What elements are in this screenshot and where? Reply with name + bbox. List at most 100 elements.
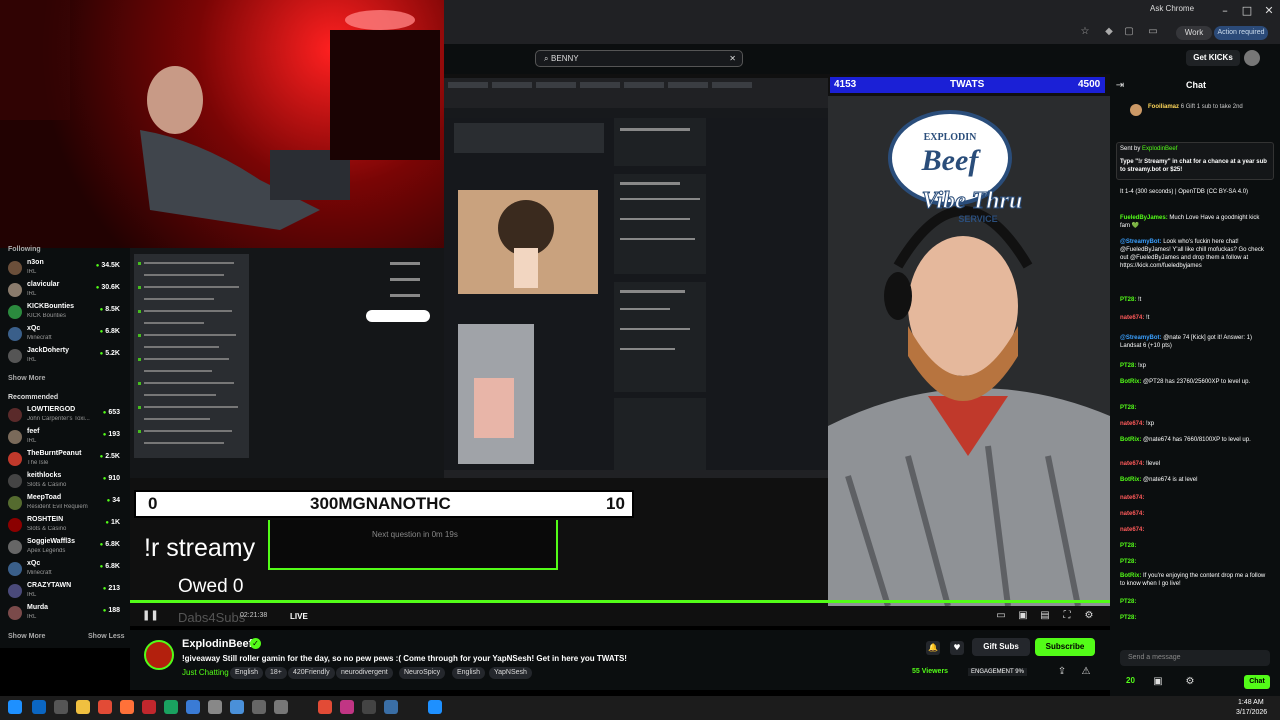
recommended-item[interactable]: LOWTIERGOD John Carpenter's Toxi... 653 <box>0 405 130 427</box>
chat-username[interactable]: PT28: <box>1120 543 1136 549</box>
tag-chip[interactable]: 18+ <box>265 667 287 679</box>
app-icon-6[interactable] <box>274 700 288 714</box>
channel-avatar <box>8 452 22 466</box>
recommended-item[interactable]: Murda IRL 188 <box>0 603 130 625</box>
report-icon[interactable]: ⚠ <box>1080 666 1092 678</box>
channel-avatar[interactable] <box>144 640 174 670</box>
following-item[interactable]: n3on IRL 34.5K <box>0 258 130 280</box>
sidebar-icon[interactable]: ▭ <box>1146 26 1160 40</box>
ask-chrome-button[interactable]: Ask Chrome <box>1150 4 1202 18</box>
recommended-item[interactable]: CRAZYTAWN IRL 213 <box>0 581 130 603</box>
collapse-chat-icon[interactable]: ⇥ <box>1114 80 1126 92</box>
app-icon-10[interactable] <box>384 700 398 714</box>
notification-bell-icon[interactable]: 🔔 <box>926 641 940 655</box>
chat-username[interactable]: @StreamyBot: <box>1120 335 1162 341</box>
chat-username[interactable]: PT28: <box>1120 615 1136 621</box>
recommended-item[interactable]: feef IRL 193 <box>0 427 130 449</box>
minimize-icon[interactable]: – <box>1214 4 1236 18</box>
chat-username[interactable]: FueledByJames: <box>1120 215 1168 221</box>
chat-username[interactable]: PT28: <box>1120 297 1136 303</box>
app-icon-5[interactable] <box>230 700 244 714</box>
chat-username[interactable]: BotRix: <box>1120 379 1141 385</box>
show-more-recommended[interactable]: Show More <box>8 633 45 640</box>
following-item[interactable]: JackDoherty IRL 5.2K <box>0 346 130 368</box>
app-icon-4[interactable] <box>208 700 222 714</box>
clear-search-icon[interactable]: ✕ <box>729 51 736 66</box>
chat-username[interactable]: PT28: <box>1120 363 1136 369</box>
file-explorer-icon[interactable] <box>76 700 90 714</box>
firefox-icon[interactable] <box>120 700 134 714</box>
show-less-recommended[interactable]: Show Less <box>88 633 125 640</box>
recommended-item[interactable]: xQc Minecraft 6.8K <box>0 559 130 581</box>
settings-icon[interactable]: ⚙ <box>1083 610 1095 622</box>
get-kicks-button[interactable]: Get KICKs <box>1186 50 1240 66</box>
user-avatar[interactable] <box>1244 50 1260 66</box>
tag-chip[interactable]: 420Friendly <box>288 667 335 679</box>
tag-chip[interactable]: neurodivergent <box>336 667 393 679</box>
chat-username[interactable]: nate674: <box>1120 421 1144 427</box>
following-item[interactable]: clavicular IRL 30.6K <box>0 280 130 302</box>
send-chat-button[interactable]: Chat <box>1244 675 1270 689</box>
app-icon-11[interactable] <box>428 700 442 714</box>
tag-chip[interactable]: English <box>230 667 263 679</box>
chat-username[interactable]: @StreamyBot: <box>1120 239 1162 245</box>
app-icon-8[interactable] <box>340 700 354 714</box>
channel-name: xQc <box>27 560 41 567</box>
app-icon-2[interactable] <box>164 700 178 714</box>
app-icon-3[interactable] <box>186 700 200 714</box>
tag-chip[interactable]: YapNSesh <box>489 667 532 679</box>
chrome-icon[interactable] <box>98 700 112 714</box>
tag-chip[interactable]: English <box>452 667 485 679</box>
theater-icon[interactable]: ▭ <box>995 610 1007 622</box>
chat-username[interactable]: PT28: <box>1120 405 1136 411</box>
recommended-item[interactable]: ROSHTEIN Slots & Casino 1K <box>0 515 130 537</box>
profile-work-chip[interactable]: Work <box>1176 26 1212 40</box>
chat-username[interactable]: BotRix: <box>1120 437 1141 443</box>
opera-icon[interactable] <box>142 700 156 714</box>
app-icon[interactable] <box>54 700 68 714</box>
channel-category: Slots & Casino <box>27 482 67 488</box>
close-window-icon[interactable]: ✕ <box>1258 4 1280 18</box>
chat-input[interactable]: Send a message <box>1120 650 1270 666</box>
extension-icon[interactable]: ◆ <box>1102 26 1116 40</box>
recommended-item[interactable]: TheBurntPeanut The Isle 2.5K <box>0 449 130 471</box>
app-icon-9[interactable] <box>362 700 376 714</box>
gift-icon[interactable]: ▣ <box>1152 676 1164 688</box>
share-icon[interactable]: ⇪ <box>1056 666 1068 678</box>
chat-username[interactable]: BotRix: <box>1120 477 1141 483</box>
chat-username[interactable]: BotRix: <box>1120 573 1141 579</box>
chat-username[interactable]: nate674: <box>1120 315 1144 321</box>
star-icon[interactable]: ☆ <box>1078 26 1092 40</box>
channel-name[interactable]: ExplodinBeef <box>182 638 252 650</box>
search-input[interactable]: ⌕ BENNY ✕ <box>535 50 743 67</box>
chat-username[interactable]: nate674: <box>1120 511 1144 517</box>
chat-settings-icon[interactable]: ⚙ <box>1184 676 1196 688</box>
recommended-item[interactable]: SoggieWaffl3s Apex Legends 6.8K <box>0 537 130 559</box>
clip-icon[interactable]: ▤ <box>1039 610 1051 622</box>
following-item[interactable]: xQc Minecraft 6.8K <box>0 324 130 346</box>
following-item[interactable]: KICKBounties KICK Bounties 8.5K <box>0 302 130 324</box>
edge-icon[interactable] <box>32 700 46 714</box>
chat-username[interactable]: PT28: <box>1120 599 1136 605</box>
obs-icon[interactable] <box>252 700 266 714</box>
stream-category[interactable]: Just Chatting <box>182 668 229 677</box>
chat-username[interactable]: nate674: <box>1120 461 1144 467</box>
chat-username[interactable]: nate674: <box>1120 495 1144 501</box>
recommended-item[interactable]: MeepToad Resident Evil Requiem 34 <box>0 493 130 515</box>
action-required-chip[interactable]: Action required <box>1214 26 1268 40</box>
subscribe-button[interactable]: Subscribe <box>1035 638 1095 656</box>
gift-subs-button[interactable]: Gift Subs <box>972 638 1030 656</box>
fullscreen-icon[interactable]: ⛶ <box>1061 610 1073 622</box>
chat-username[interactable]: PT28: <box>1120 559 1136 565</box>
chat-username[interactable]: nate674: <box>1120 527 1144 533</box>
tag-chip[interactable]: NeuroSpicy <box>399 667 446 679</box>
show-more-following[interactable]: Show More <box>8 375 45 382</box>
app-icon-7[interactable] <box>318 700 332 714</box>
pip-icon[interactable]: ▣ <box>1017 610 1029 622</box>
maximize-icon[interactable]: □ <box>1236 4 1258 18</box>
recommended-item[interactable]: keithlocks Slots & Casino 910 <box>0 471 130 493</box>
follow-heart-icon[interactable]: ♥ <box>950 641 964 655</box>
start-icon[interactable] <box>8 700 22 714</box>
pause-icon[interactable]: ❚❚ <box>142 610 159 622</box>
puzzle-icon[interactable]: ▢ <box>1122 26 1136 40</box>
